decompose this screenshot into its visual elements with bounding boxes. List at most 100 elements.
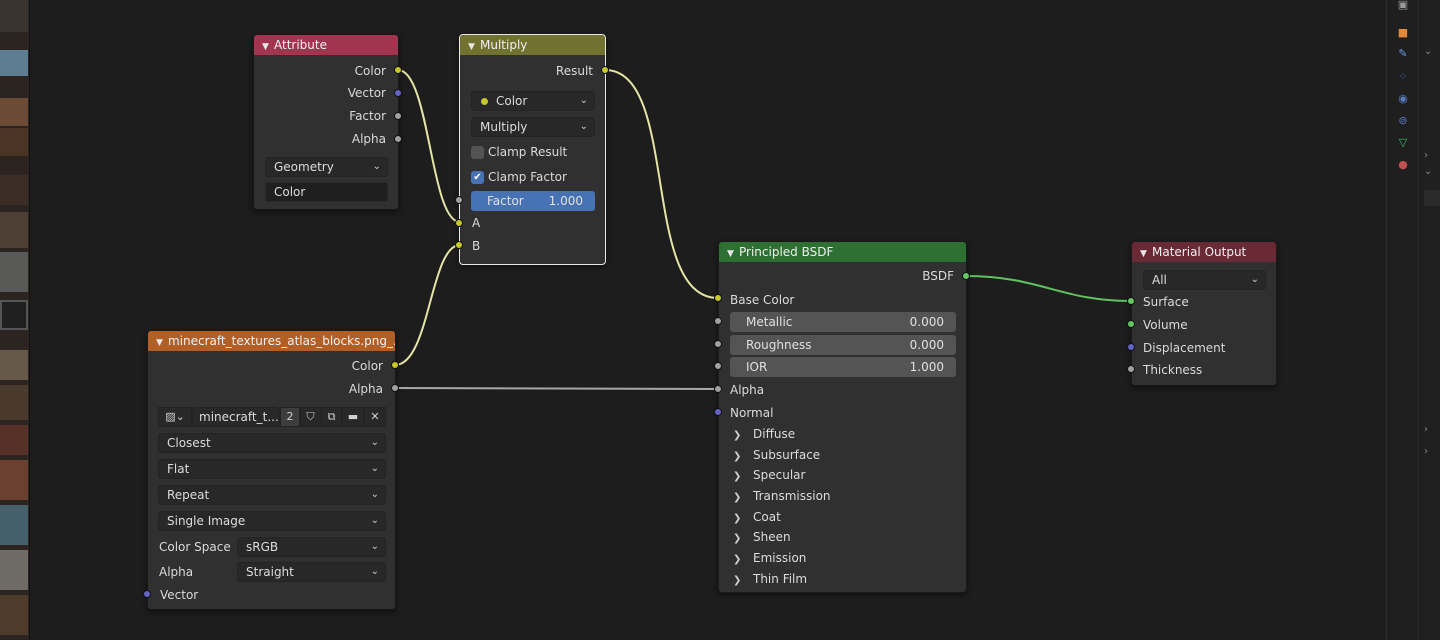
- roughness-socket[interactable]: [714, 340, 722, 348]
- panel-coat[interactable]: ❯ Coat: [733, 507, 781, 527]
- image-texture-node[interactable]: ▼ minecraft_textures_atlas_blocks.png_...…: [147, 330, 396, 610]
- attribute-name-input[interactable]: Color: [265, 182, 388, 202]
- attribute-factor-socket[interactable]: [394, 112, 402, 120]
- chevron-down-icon[interactable]: ▼: [468, 37, 480, 55]
- thumbnail[interactable]: [0, 252, 28, 292]
- thumbnail[interactable]: [0, 385, 28, 420]
- chevron-right-icon[interactable]: ›: [1424, 424, 1428, 435]
- panel-thin-film[interactable]: ❯ Thin Film: [733, 569, 807, 589]
- displacement-socket[interactable]: [1127, 343, 1135, 351]
- chevron-down-icon[interactable]: ⌄: [1424, 46, 1432, 57]
- source-dropdown[interactable]: Single Image ⌄: [158, 511, 386, 531]
- multiply-result-socket[interactable]: [601, 66, 609, 74]
- properties-tabs[interactable]: ▣ ■ ✎ ⁘ ◉ ⊚ ▽ ●: [1387, 0, 1419, 640]
- data-icon[interactable]: ▽: [1396, 136, 1410, 150]
- multiply-node[interactable]: ▼ Multiply Result Color ⌄ Multiply ⌄ Clamp …: [459, 34, 606, 265]
- user-count-badge[interactable]: 2: [280, 407, 300, 427]
- property-field[interactable]: [1424, 190, 1440, 206]
- panel-subsurface[interactable]: ❯ Subsurface: [733, 445, 820, 465]
- image-alpha-socket[interactable]: [391, 384, 399, 392]
- attribute-vector-socket[interactable]: [394, 89, 402, 97]
- multiply-b-socket[interactable]: [455, 241, 463, 249]
- tool-icon[interactable]: ▣: [1396, 0, 1410, 12]
- fake-user-button[interactable]: ⛉: [300, 407, 321, 427]
- image-vector-socket[interactable]: [143, 590, 151, 598]
- duplicate-image-button[interactable]: ⧉: [321, 407, 342, 427]
- chevron-down-icon[interactable]: ▼: [727, 244, 739, 262]
- thumbnail[interactable]: [0, 595, 28, 635]
- multiply-node-header[interactable]: ▼ Multiply: [460, 35, 605, 55]
- clamp-result-checkbox[interactable]: [471, 146, 484, 159]
- principled-bsdf-node-header[interactable]: ▼ Principled BSDF: [719, 242, 966, 262]
- metallic-socket[interactable]: [714, 317, 722, 325]
- material-output-node-header[interactable]: ▼ Material Output: [1132, 242, 1276, 262]
- physics-icon[interactable]: ◉: [1396, 92, 1410, 106]
- multiply-blend-mode-dropdown[interactable]: Multiply ⌄: [471, 117, 595, 137]
- thumbnail[interactable]: [0, 505, 28, 545]
- thickness-socket[interactable]: [1127, 365, 1135, 373]
- metallic-field[interactable]: Metallic 0.000: [730, 312, 956, 332]
- principled-bsdf-node[interactable]: ▼ Principled BSDF BSDF Base Color Metalli…: [718, 241, 967, 593]
- chevron-right-icon[interactable]: ›: [1424, 446, 1428, 457]
- material-icon[interactable]: ●: [1396, 158, 1410, 172]
- alpha-mode-dropdown[interactable]: Straight ⌄: [237, 562, 386, 582]
- attribute-color-socket[interactable]: [394, 66, 402, 74]
- chevron-right-icon[interactable]: ›: [1424, 150, 1428, 161]
- color-space-dropdown[interactable]: sRGB ⌄: [237, 537, 386, 557]
- factor-slider[interactable]: Factor 1.000: [471, 191, 595, 211]
- clamp-factor-checkbox[interactable]: ✔: [471, 171, 484, 184]
- thumbnail[interactable]: [0, 98, 28, 126]
- attribute-node[interactable]: ▼ Attribute Color Vector Factor Alpha Geo…: [253, 34, 399, 210]
- roughness-field[interactable]: Roughness 0.000: [730, 335, 956, 355]
- thumbnail[interactable]: [0, 175, 28, 205]
- image-browse-button[interactable]: ▨⌄: [158, 407, 192, 427]
- thumbnail[interactable]: [0, 550, 28, 590]
- chevron-down-icon[interactable]: ⌄: [1424, 166, 1432, 177]
- attribute-node-header[interactable]: ▼ Attribute: [254, 35, 398, 55]
- properties-content[interactable]: ⌄ › ⌄ › ›: [1420, 0, 1440, 640]
- thumbnail[interactable]: [0, 0, 28, 32]
- unlink-image-button[interactable]: ✕: [364, 407, 386, 427]
- panel-diffuse[interactable]: ❯ Diffuse: [733, 424, 795, 444]
- extension-dropdown[interactable]: Repeat ⌄: [158, 485, 386, 505]
- constraints-icon[interactable]: ⊚: [1396, 114, 1410, 128]
- material-output-node[interactable]: ▼ Material Output All ⌄ Surface Volume Dis…: [1131, 241, 1277, 386]
- thumbnail[interactable]: [0, 460, 28, 500]
- image-color-socket[interactable]: [391, 361, 399, 369]
- thumbnail[interactable]: [0, 50, 28, 76]
- bsdf-output-socket[interactable]: [962, 272, 970, 280]
- multiply-data-type-dropdown[interactable]: Color ⌄: [471, 91, 595, 111]
- wrench-icon[interactable]: ✎: [1396, 47, 1410, 61]
- thumbnail[interactable]: [0, 212, 28, 248]
- properties-sidebar[interactable]: ▣ ■ ✎ ⁘ ◉ ⊚ ▽ ● ⌄ › ⌄ › ›: [1386, 0, 1440, 640]
- panel-transmission[interactable]: ❯ Transmission: [733, 486, 831, 506]
- chevron-down-icon[interactable]: ▼: [262, 37, 274, 55]
- volume-socket[interactable]: [1127, 320, 1135, 328]
- normal-socket[interactable]: [714, 408, 722, 416]
- open-image-button[interactable]: ▬: [342, 407, 364, 427]
- object-icon[interactable]: ■: [1396, 26, 1410, 40]
- panel-sheen[interactable]: ❯ Sheen: [733, 527, 791, 547]
- surface-socket[interactable]: [1127, 297, 1135, 305]
- panel-emission[interactable]: ❯ Emission: [733, 548, 806, 568]
- thumbnail[interactable]: [0, 350, 28, 380]
- attribute-alpha-socket[interactable]: [394, 135, 402, 143]
- chevron-down-icon[interactable]: ▼: [1140, 244, 1152, 262]
- multiply-factor-socket[interactable]: [455, 196, 463, 204]
- image-name-field[interactable]: minecraft_t...: [192, 407, 280, 427]
- thumbnail[interactable]: [0, 300, 28, 330]
- thumbnail[interactable]: [0, 425, 28, 455]
- thumbnail[interactable]: [0, 128, 28, 156]
- image-texture-node-header[interactable]: ▼ minecraft_textures_atlas_blocks.png_...: [148, 331, 395, 351]
- interpolation-dropdown[interactable]: Closest ⌄: [158, 433, 386, 453]
- chevron-down-icon[interactable]: ▼: [156, 333, 168, 351]
- base-color-socket[interactable]: [714, 294, 722, 302]
- projection-dropdown[interactable]: Flat ⌄: [158, 459, 386, 479]
- particles-icon[interactable]: ⁘: [1396, 70, 1410, 84]
- multiply-a-socket[interactable]: [455, 219, 463, 227]
- ior-socket[interactable]: [714, 362, 722, 370]
- panel-specular[interactable]: ❯ Specular: [733, 465, 805, 485]
- alpha-socket[interactable]: [714, 385, 722, 393]
- ior-field[interactable]: IOR 1.000: [730, 357, 956, 377]
- output-target-dropdown[interactable]: All ⌄: [1143, 270, 1266, 290]
